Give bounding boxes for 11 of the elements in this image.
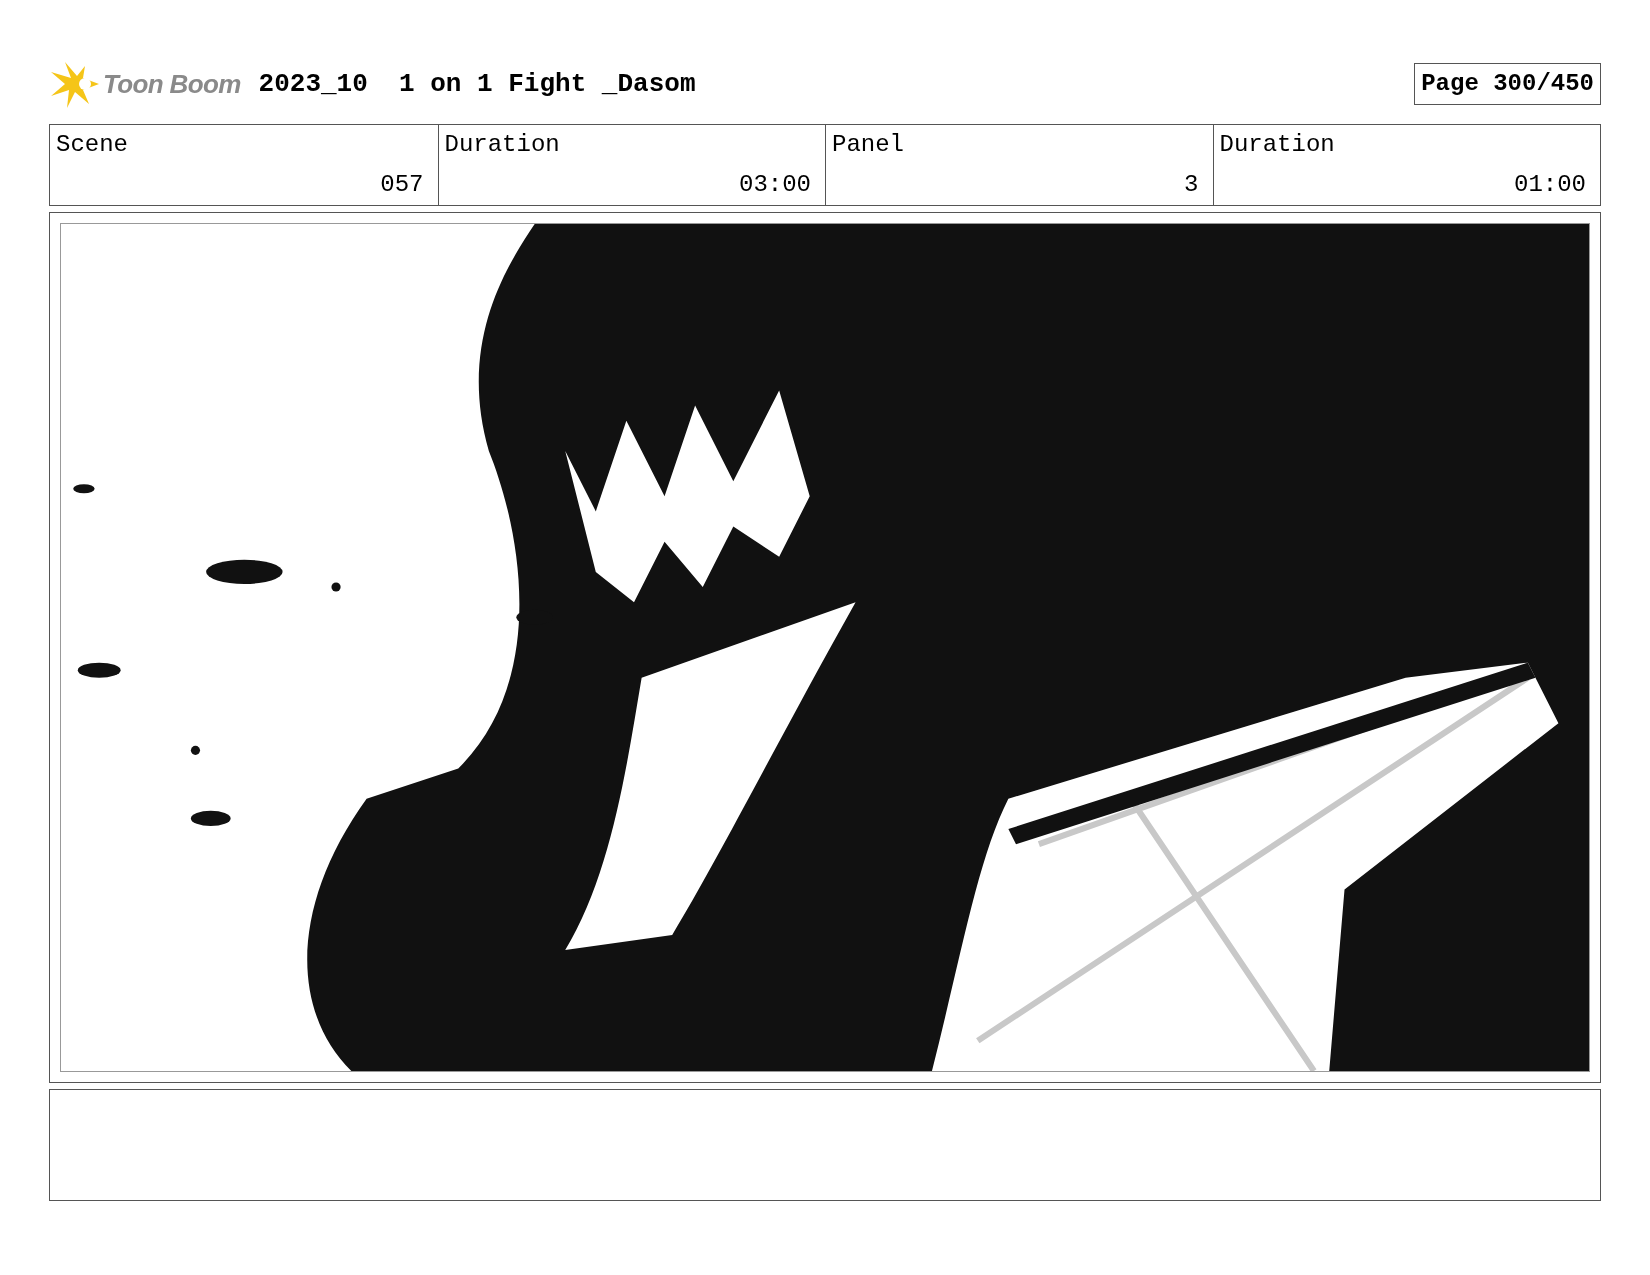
logo-text: Toon Boom <box>103 67 241 101</box>
field-value: 03:00 <box>739 170 811 200</box>
field-label: Scene <box>56 130 128 160</box>
field-value: 057 <box>380 170 424 200</box>
field-value: 01:00 <box>1514 170 1586 200</box>
field-label: Panel <box>832 130 904 160</box>
document-title: 2023_10 1 on 1 Fight _Dasom <box>258 67 696 101</box>
field-label: Duration <box>1219 130 1335 160</box>
field-value: 3 <box>1184 170 1199 200</box>
page-number: Page 300/450 <box>1414 63 1601 105</box>
field-label: Duration <box>444 130 560 160</box>
